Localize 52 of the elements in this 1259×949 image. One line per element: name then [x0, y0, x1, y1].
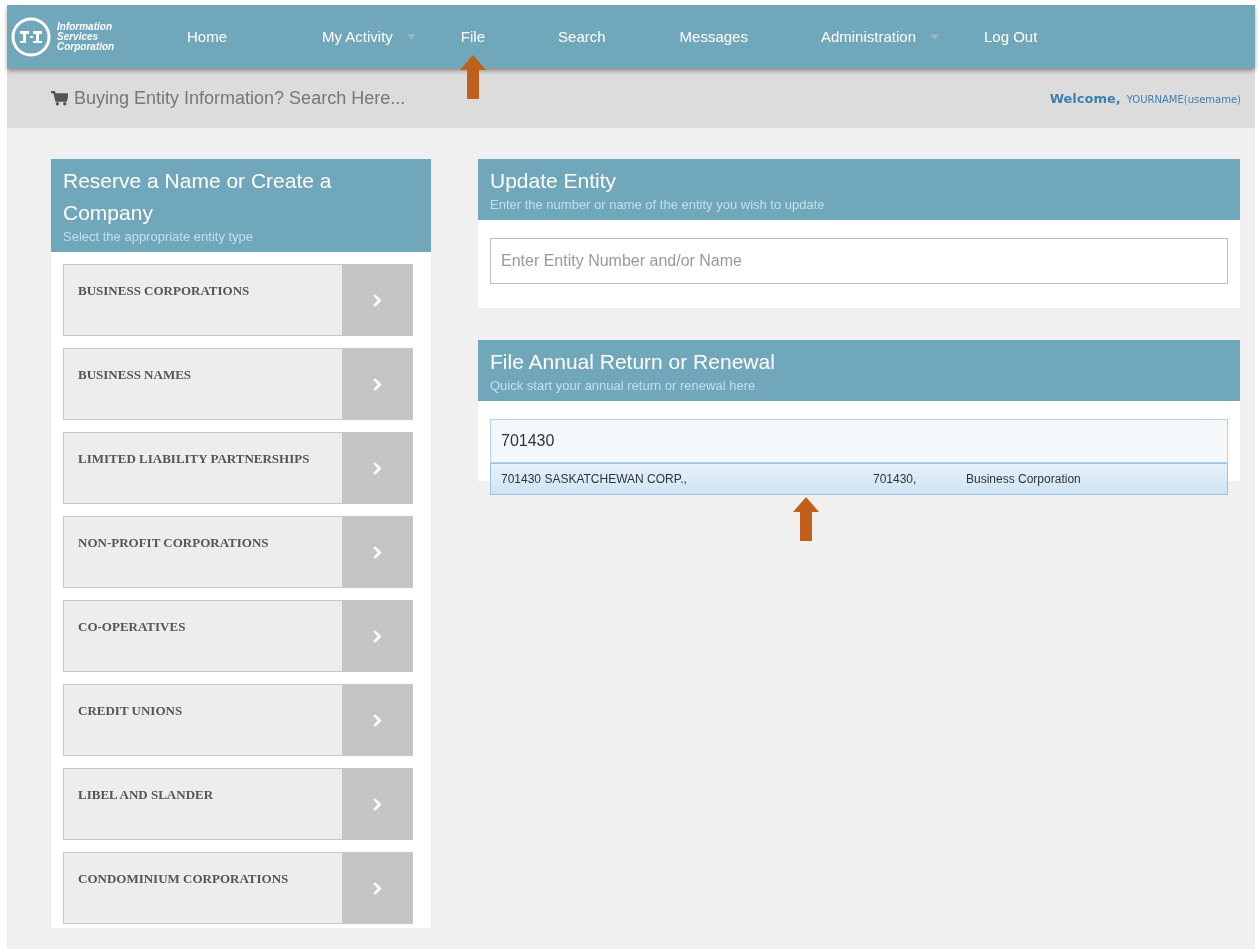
entity-type-button[interactable]: BUSINESS CORPORATIONS	[63, 264, 413, 336]
panel-title: Reserve a Name or Create a Company	[63, 168, 333, 226]
chevron-icon	[372, 545, 382, 559]
panel-subtitle: Quick start your annual return or renewal here	[490, 378, 757, 393]
logo-icon[interactable]	[11, 16, 51, 57]
chevron-button[interactable]	[342, 433, 412, 503]
entity-type-button[interactable]: NON-PROFIT CORPORATIONS	[63, 516, 413, 588]
username-link[interactable]: YOURNAME(usemame)	[1126, 93, 1241, 105]
arrow-icon	[791, 497, 821, 541]
chevron-button[interactable]	[342, 349, 412, 419]
entity-type-button[interactable]: LIBEL AND SLANDER	[63, 768, 413, 840]
suggestion-type: Business Corporation	[966, 472, 1081, 486]
chevron-button[interactable]	[342, 601, 412, 671]
entity-type-label: LIBEL AND SLANDER	[77, 786, 215, 804]
panel-title: Update Entity	[490, 168, 618, 194]
chevron-icon	[372, 629, 382, 643]
suggestion-name: 701430 SASKATCHEWAN CORP.,	[501, 472, 688, 486]
entity-type-label: NON-PROFIT CORPORATIONS	[77, 534, 270, 552]
welcome-text: Welcome,	[1049, 90, 1121, 106]
chevron-icon	[372, 713, 382, 727]
chevron-button[interactable]	[342, 685, 412, 755]
chevron-icon	[372, 461, 382, 475]
panel-subtitle: Enter the number or name of the entity you wish to update	[490, 197, 826, 212]
entity-type-label: CREDIT UNIONS	[77, 702, 184, 720]
chevron-button[interactable]	[342, 769, 412, 839]
chevron-icon	[372, 293, 382, 307]
entity-type-button[interactable]: CO-OPERATIVES	[63, 600, 413, 672]
panel-subtitle: Select the appropriate entity type	[63, 229, 255, 244]
entity-search-field[interactable]: Enter Entity Number and/or Name	[490, 238, 1228, 284]
logo-text: Information Services Corporation	[57, 21, 115, 52]
entity-type-button[interactable]: CONDOMINIUM CORPORATIONS	[63, 852, 413, 924]
entity-search-field[interactable]: 701430	[490, 419, 1228, 463]
search-link[interactable]: Buying Entity Information? Search Here...	[51, 87, 406, 109]
entity-type-button[interactable]: LIMITED LIABILITY PARTNERSHIPS	[63, 432, 413, 504]
entity-type-label: BUSINESS NAMES	[77, 366, 193, 384]
entity-type-button[interactable]: CREDIT UNIONS	[63, 684, 413, 756]
entity-type-label: LIMITED LIABILITY PARTNERSHIPS	[77, 450, 311, 468]
chevron-icon	[372, 881, 382, 895]
chevron-button[interactable]	[342, 517, 412, 587]
entity-type-label: CO-OPERATIVES	[77, 618, 187, 636]
entity-type-button[interactable]: BUSINESS NAMES	[63, 348, 413, 420]
arrow-icon	[460, 55, 486, 99]
entity-type-label: BUSINESS CORPORATIONS	[77, 282, 251, 300]
chevron-icon	[372, 797, 382, 811]
chevron-button[interactable]	[342, 853, 412, 923]
cart-icon	[51, 90, 68, 106]
chevron-button[interactable]	[342, 265, 412, 335]
panel-title: File Annual Return or Renewal	[490, 349, 776, 375]
suggestion-number: 701430,	[873, 472, 918, 486]
chevron-icon	[372, 377, 382, 391]
suggestion-item[interactable]: 701430 SASKATCHEWAN CORP., 701430, Business Corporation	[491, 464, 1227, 494]
entity-type-label: CONDOMINIUM CORPORATIONS	[77, 870, 290, 888]
